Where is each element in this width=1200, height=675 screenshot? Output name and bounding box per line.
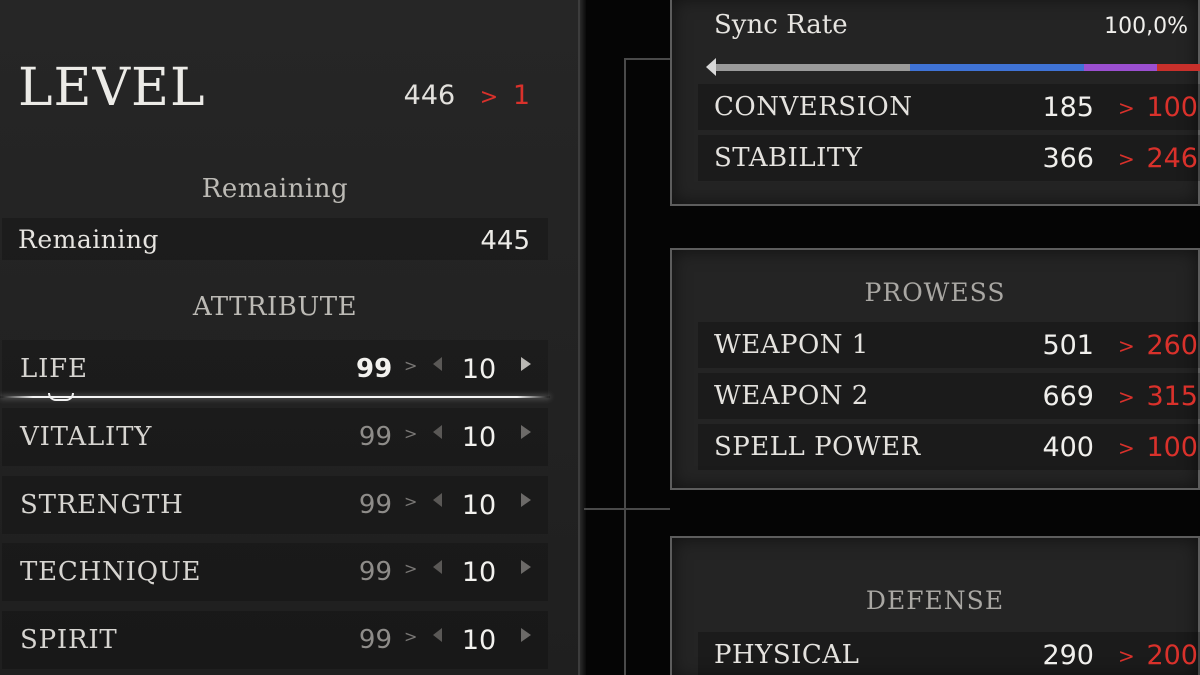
stat-value: 366	[1042, 143, 1094, 174]
stat-label: STABILITY	[714, 143, 863, 173]
decrease-arrow-icon[interactable]	[433, 425, 442, 439]
stat-arrow: >	[1118, 147, 1135, 171]
increase-arrow-icon[interactable]	[521, 425, 531, 439]
stat-value: 501	[1042, 330, 1094, 361]
decrease-arrow-icon[interactable]	[433, 560, 442, 574]
stat-label: WEAPON 2	[714, 381, 869, 411]
increase-arrow-icon[interactable]	[521, 357, 531, 371]
stat-new-value: 315	[1146, 381, 1198, 412]
attribute-new-value: 10	[461, 354, 497, 385]
attribute-new-value: 10	[461, 557, 497, 588]
attribute-arrow: >	[404, 424, 418, 443]
stat-label: CONVERSION	[714, 92, 913, 122]
stat-arrow: >	[1118, 334, 1135, 358]
stat-label: PHYSICAL	[714, 640, 860, 670]
sync-rate-label: Sync Rate	[714, 10, 848, 40]
prowess-panel: PROWESS WEAPON 1 501 > 260 WEAPON 2 669 …	[670, 248, 1200, 490]
remaining-label: Remaining	[18, 225, 159, 254]
stat-new-value: 260	[1146, 330, 1198, 361]
remaining-value: 445	[480, 226, 530, 256]
stat-row-weapon-2: WEAPON 2 669 > 315	[698, 373, 1200, 419]
decrease-arrow-icon[interactable]	[433, 357, 442, 371]
attribute-row-vitality[interactable]: VITALITY 99 > 10	[2, 408, 548, 466]
stat-value: 290	[1042, 640, 1094, 671]
stat-new-value: 246	[1146, 143, 1198, 174]
attribute-arrow: >	[404, 559, 418, 578]
defense-heading: DEFENSE	[865, 586, 1005, 615]
defense-panel: DEFENSE PHYSICAL 290 > 200	[670, 536, 1200, 675]
attribute-base-value: 99	[358, 422, 392, 452]
level-values: 446 > 1	[404, 80, 530, 111]
level-current: 446	[403, 80, 456, 111]
remaining-heading: Remaining	[201, 174, 349, 204]
attribute-new-value: 10	[461, 490, 497, 521]
increase-arrow-icon[interactable]	[521, 560, 531, 574]
stat-new-value: 100	[1146, 92, 1198, 123]
stat-value: 669	[1042, 381, 1094, 412]
attribute-label: VITALITY	[20, 422, 153, 452]
increase-arrow-icon[interactable]	[521, 493, 531, 507]
remaining-row: Remaining 445	[2, 218, 548, 260]
selection-underline	[0, 393, 550, 401]
stat-row-conversion: CONVERSION 185 > 100	[698, 84, 1200, 130]
connector-line	[584, 508, 670, 510]
stat-row-spell-power: SPELL POWER 400 > 100	[698, 424, 1200, 470]
prowess-heading: PROWESS	[864, 278, 1006, 307]
attribute-arrow: >	[404, 356, 418, 375]
stat-new-value: 100	[1146, 432, 1198, 463]
sync-rate-bar	[716, 64, 1200, 71]
attribute-base-value: 99	[358, 557, 392, 587]
stat-arrow: >	[1118, 436, 1135, 460]
level-next: 1	[512, 80, 530, 111]
sync-bar-segment	[910, 64, 1084, 71]
stat-new-value: 200	[1146, 640, 1198, 671]
connector-line	[624, 58, 670, 60]
sync-panel: Sync Rate 100,0% CONVERSION 185 > 100 ST…	[670, 0, 1200, 206]
stat-label: SPELL POWER	[714, 432, 921, 462]
attribute-base-value: 99	[358, 490, 392, 520]
stat-arrow: >	[1118, 385, 1135, 409]
sync-bar-segment	[1157, 64, 1200, 71]
attribute-base-value: 99	[356, 354, 393, 384]
level-title: LEVEL	[18, 58, 206, 118]
attribute-row-technique[interactable]: TECHNIQUE 99 > 10	[2, 543, 548, 601]
stat-label: WEAPON 1	[714, 330, 869, 360]
stat-value: 185	[1042, 92, 1094, 123]
attribute-new-value: 10	[461, 625, 497, 656]
decrease-arrow-icon[interactable]	[433, 628, 442, 642]
attribute-label: TECHNIQUE	[20, 557, 202, 587]
attribute-row-strength[interactable]: STRENGTH 99 > 10	[2, 476, 548, 534]
stat-row-stability: STABILITY 366 > 246	[698, 135, 1200, 181]
attribute-label: LIFE	[20, 354, 88, 384]
stat-value: 400	[1042, 432, 1094, 463]
attribute-label: SPIRIT	[20, 625, 118, 655]
sync-bar-segment	[1084, 64, 1157, 71]
sync-bar-cap-icon	[706, 58, 716, 76]
stat-arrow: >	[1118, 644, 1135, 668]
attribute-arrow: >	[404, 492, 418, 511]
stat-row-physical: PHYSICAL 290 > 200	[698, 632, 1200, 675]
attribute-label: STRENGTH	[20, 490, 184, 520]
attribute-arrow: >	[404, 627, 418, 646]
attribute-new-value: 10	[461, 422, 497, 453]
attribute-base-value: 99	[358, 625, 392, 655]
level-arrow: >	[479, 85, 499, 110]
attribute-row-life[interactable]: LIFE 99 > 10	[2, 340, 548, 398]
attribute-heading: ATTRIBUTE	[192, 292, 358, 322]
attribute-row-spirit[interactable]: SPIRIT 99 > 10	[2, 611, 548, 669]
increase-arrow-icon[interactable]	[521, 628, 531, 642]
sync-rate-value: 100,0%	[1104, 14, 1188, 39]
sync-bar-segment	[716, 64, 910, 71]
stat-arrow: >	[1118, 96, 1135, 120]
decrease-arrow-icon[interactable]	[433, 493, 442, 507]
connector-line	[624, 58, 626, 675]
character-stats-panel: LEVEL 446 > 1 Remaining Remaining 445 AT…	[0, 0, 586, 675]
stat-row-weapon-1: WEAPON 1 501 > 260	[698, 322, 1200, 368]
